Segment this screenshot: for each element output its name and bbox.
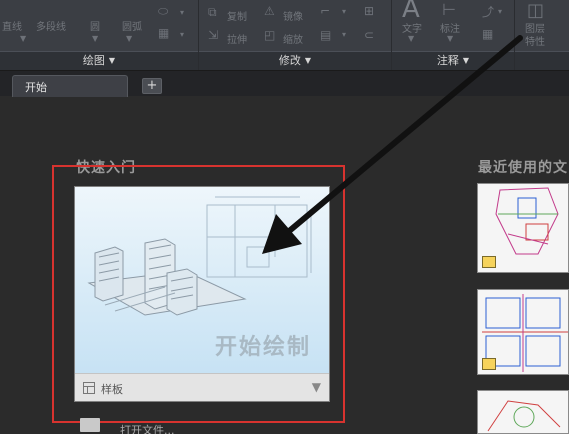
start-drawing-illustration[interactable]: 开始绘制 (75, 187, 329, 373)
array-icon[interactable]: ▤ (320, 28, 331, 42)
line-tool[interactable]: 直线 (2, 18, 22, 33)
chevron-down-icon: ▼ (108, 56, 116, 65)
layer-properties-icon[interactable]: ◫ (527, 0, 544, 21)
chevron-down-icon: ▼ (304, 56, 312, 65)
offset-icon[interactable]: ⊂ (364, 28, 374, 42)
draw-panel-label: 绘图 (82, 54, 105, 67)
modify-panel-label: 修改 (278, 54, 301, 67)
folder-icon (80, 418, 100, 432)
drawing-preview (478, 391, 568, 433)
scale-icon[interactable]: ◰ (264, 28, 275, 42)
dwg-file-icon (482, 358, 496, 370)
recent-documents-heading: 最近使用的文 (478, 160, 568, 176)
layer-properties-tool-line2[interactable]: 特性 (525, 33, 545, 48)
open-files-label: 打开文件... (120, 424, 175, 434)
polyline-tool[interactable]: 多段线 (36, 18, 66, 33)
chevron-down-icon[interactable]: ▾ (180, 30, 184, 39)
dimension-tool[interactable]: 标注 (440, 20, 460, 35)
chevron-down-icon: ▼ (462, 56, 470, 65)
scale-tool[interactable]: 缩放 (283, 31, 303, 46)
template-icon (83, 382, 95, 394)
modify-panel: ⧉ 复制 ⚠ 镜像 ⌐ ▾ ⊞ ⇲ 拉伸 ◰ 缩放 ▤ ▾ ⊂ 修改 ▼ (199, 0, 391, 70)
draw-panel-title[interactable]: 绘图 ▼ (0, 51, 198, 70)
chevron-down-icon[interactable]: ▼ (20, 34, 26, 43)
copy-tool[interactable]: 复制 (227, 8, 247, 23)
modify-panel-title[interactable]: 修改 ▼ (199, 51, 391, 70)
fillet-icon[interactable]: ⌐ (320, 4, 330, 18)
start-drawing-card[interactable]: 开始绘制 样板 ▼ (74, 186, 330, 402)
recent-document-thumbnail[interactable] (477, 289, 569, 375)
annotation-panel-title[interactable]: 注释 ▼ (392, 51, 514, 70)
copy-icon[interactable]: ⧉ (208, 5, 217, 20)
ribbon: 直线 多段线 圆 圆弧 ▼ ▼ ▼ ⬭ ▦ ▾ ▾ 绘图 ▼ ⧉ 复制 ⚠ 镜像 … (0, 0, 569, 70)
chevron-down-icon[interactable]: ▼ (447, 34, 453, 43)
hatch-icon[interactable]: ▦ (158, 26, 169, 40)
text-tool[interactable]: 文字 (402, 20, 422, 35)
mirror-icon[interactable]: ⚠ (264, 4, 275, 18)
leader-icon[interactable]: ⤴ (482, 3, 494, 20)
layers-panel: ◫ 图层 特性 (515, 0, 569, 70)
chevron-down-icon[interactable]: ▾ (180, 8, 184, 17)
tab-start[interactable]: 开始 (12, 75, 128, 97)
circle-tool[interactable]: 圆 (90, 18, 100, 33)
annotation-panel-label: 注释 (436, 54, 459, 67)
template-selector[interactable]: 样板 ▼ (75, 373, 329, 401)
chevron-down-icon[interactable]: ▼ (408, 34, 414, 43)
ellipse-icon[interactable]: ⬭ (158, 4, 168, 19)
recent-document-thumbnail[interactable] (477, 183, 569, 273)
chevron-down-icon[interactable]: ▼ (126, 34, 132, 43)
stretch-tool[interactable]: 拉伸 (227, 31, 247, 46)
array-icon[interactable]: ⊞ (364, 4, 374, 18)
dwg-file-icon (482, 256, 496, 268)
chevron-down-icon[interactable]: ▾ (342, 7, 346, 16)
layers-panel-title (515, 51, 569, 70)
chevron-down-icon[interactable]: ▾ (342, 30, 346, 39)
chevron-down-icon[interactable]: ▼ (92, 34, 98, 43)
start-drawing-label: 开始绘制 (215, 334, 312, 360)
draw-panel: 直线 多段线 圆 圆弧 ▼ ▼ ▼ ⬭ ▦ ▾ ▾ 绘图 ▼ (0, 0, 198, 70)
chevron-down-icon[interactable]: ▾ (498, 7, 502, 16)
arc-tool[interactable]: 圆弧 (122, 18, 142, 33)
mirror-tool[interactable]: 镜像 (283, 8, 303, 23)
annotation-panel: A 文字 ▼ ⊢ 标注 ▼ ⤴ ▾ ▦ 注释 ▼ (392, 0, 514, 70)
chevron-down-icon[interactable]: ▼ (312, 380, 321, 394)
new-tab-button[interactable]: + (142, 78, 162, 94)
template-label: 样板 (101, 383, 123, 396)
tab-start-label: 开始 (25, 81, 47, 94)
dimension-icon[interactable]: ⊢ (442, 0, 456, 19)
file-tab-bar: 开始 + (0, 70, 569, 97)
stretch-icon[interactable]: ⇲ (208, 28, 218, 42)
recent-document-thumbnail[interactable] (477, 390, 569, 434)
table-icon[interactable]: ▦ (482, 27, 493, 41)
